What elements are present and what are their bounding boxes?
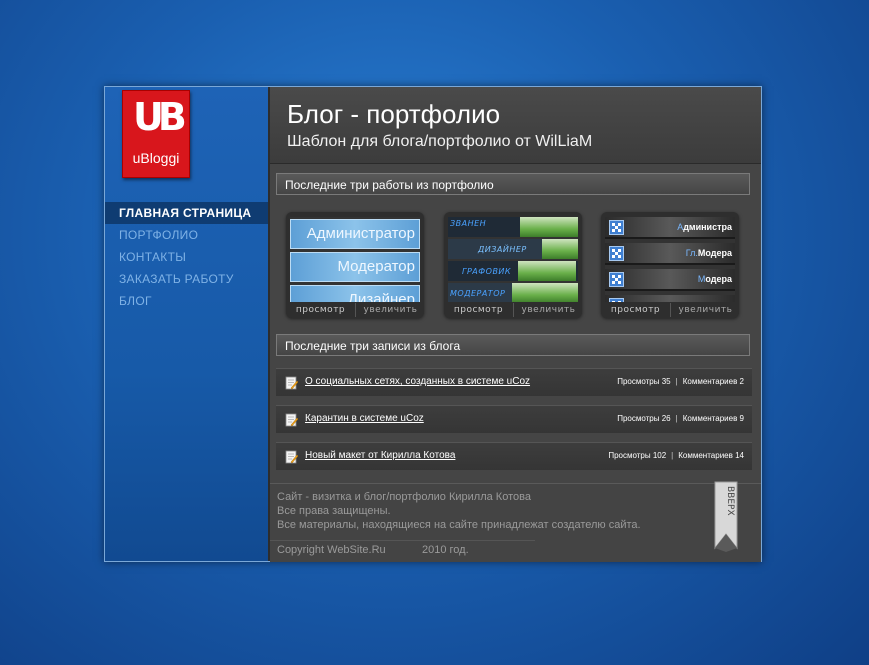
view-button[interactable]: просмотр bbox=[444, 303, 513, 317]
portfolio-item: Администратор Модератор Дизайнер просмот… bbox=[286, 212, 424, 318]
preview-label: Модера bbox=[697, 274, 732, 284]
post-title-link[interactable]: Карантин в системе uCoz bbox=[305, 413, 424, 424]
post-views: Просмотры 35 bbox=[617, 377, 671, 386]
preview-row: ДИЗАЙНЕР bbox=[478, 245, 527, 254]
note-edit-icon bbox=[285, 376, 298, 390]
preview-image bbox=[542, 239, 578, 259]
blog-post: Новый макет от Кирилла Котова Просмотры … bbox=[276, 442, 752, 470]
preview-row: Модера bbox=[605, 269, 735, 291]
preview-strip: ДИЗАЙНЕР bbox=[448, 239, 578, 259]
portfolio-item: Администра Гл.Модера Модера просмотр уве… bbox=[601, 212, 739, 318]
thumb-actions: просмотр увеличить bbox=[286, 303, 424, 317]
blog-post: Карантин в системе uCoz Просмотры 26 | Ком… bbox=[276, 405, 752, 433]
preview-row: МОДЕРАТОР bbox=[450, 289, 506, 298]
preview-image bbox=[512, 283, 578, 302]
portfolio-preview[interactable]: Администратор Модератор Дизайнер bbox=[290, 217, 420, 302]
post-title-link[interactable]: Новый макет от Кирилла Котова bbox=[305, 450, 455, 461]
preview-strip: ЗВАНЕН bbox=[448, 217, 578, 237]
post-views: Просмотры 102 bbox=[608, 451, 667, 460]
nav-item-contacts[interactable]: КОНТАКТЫ bbox=[105, 246, 268, 268]
post-comments: Комментариев 9 bbox=[682, 414, 744, 423]
nav-item-blog[interactable]: БЛОГ bbox=[105, 290, 268, 312]
post-comments: Комментариев 14 bbox=[678, 451, 744, 460]
nav-item-portfolio[interactable]: ПОРТФОЛИО bbox=[105, 224, 268, 246]
footer-divider bbox=[270, 540, 535, 541]
preview-image bbox=[520, 217, 578, 237]
footer-line: Сайт - визитка и блог/портфолио Кирилла … bbox=[277, 491, 531, 503]
portfolio-preview[interactable]: ЗВАНЕН ДИЗАЙНЕР ГРАФОВИК МОДЕРАТОР bbox=[448, 217, 578, 302]
post-meta: Просмотры 26 | Комментариев 9 bbox=[617, 414, 744, 423]
preview-strip: МОДЕРАТОР bbox=[448, 283, 578, 302]
preview-image bbox=[518, 261, 576, 281]
logo-name: uBloggi bbox=[132, 150, 180, 166]
preview-strip: ГРАФОВИК bbox=[448, 261, 578, 281]
preview-row: Администратор bbox=[290, 219, 420, 249]
logo-mark: UB bbox=[133, 95, 187, 139]
nav-item-order[interactable]: ЗАКАЗАТЬ РАБОТУ bbox=[105, 268, 268, 290]
logo[interactable]: UB uBloggi bbox=[122, 90, 190, 178]
main-nav: ГЛАВНАЯ СТРАНИЦА ПОРТФОЛИО КОНТАКТЫ ЗАКА… bbox=[105, 202, 268, 312]
view-button[interactable]: просмотр bbox=[286, 303, 355, 317]
main-content: Блог - портфолио Шаблон для блога/портфо… bbox=[270, 87, 761, 562]
view-button[interactable]: просмотр bbox=[601, 303, 670, 317]
site-window: UB uBloggi ГЛАВНАЯ СТРАНИЦА ПОРТФОЛИО КО… bbox=[104, 86, 762, 562]
copyright: Copyright WebSite.Ru bbox=[277, 544, 386, 556]
note-edit-icon bbox=[285, 413, 298, 427]
scroll-top-label: ВВЕРХ bbox=[725, 486, 735, 516]
footer-line: Все права защищены. bbox=[277, 505, 391, 517]
zoom-button[interactable]: увеличить bbox=[513, 303, 583, 317]
sidebar: UB uBloggi ГЛАВНАЯ СТРАНИЦА ПОРТФОЛИО КО… bbox=[105, 87, 270, 561]
portfolio-item: ЗВАНЕН ДИЗАЙНЕР ГРАФОВИК МОДЕРАТОР просм… bbox=[444, 212, 582, 318]
note-edit-icon bbox=[285, 450, 298, 464]
preview-row: Гл.Модера bbox=[605, 243, 735, 265]
page-title: Блог - портфолио bbox=[287, 99, 501, 129]
copyright-year: 2010 год. bbox=[422, 544, 469, 556]
preview-label: Гл.Модера bbox=[685, 248, 732, 258]
preview-row: ЗВАНЕН bbox=[450, 219, 487, 228]
zoom-button[interactable]: увеличить bbox=[670, 303, 740, 317]
thumb-actions: просмотр увеличить bbox=[444, 303, 582, 317]
nav-item-home[interactable]: ГЛАВНАЯ СТРАНИЦА bbox=[105, 202, 268, 224]
footer: Сайт - визитка и блог/портфолио Кирилла … bbox=[270, 480, 761, 562]
post-meta: Просмотры 102 | Комментариев 14 bbox=[608, 451, 744, 460]
zoom-button[interactable]: увеличить bbox=[355, 303, 425, 317]
grid-icon bbox=[609, 246, 624, 261]
grid-icon bbox=[609, 298, 624, 302]
preview-row: Модератор bbox=[290, 252, 420, 282]
grid-icon bbox=[609, 272, 624, 287]
post-title-link[interactable]: О социальных сетях, созданных в системе … bbox=[305, 376, 530, 387]
portfolio-heading: Последние три работы из портфолио bbox=[276, 173, 750, 195]
post-comments: Комментариев 2 bbox=[682, 377, 744, 386]
thumb-actions: просмотр увеличить bbox=[601, 303, 739, 317]
preview-label: Администра bbox=[677, 222, 732, 232]
preview-row: Администра bbox=[605, 217, 735, 239]
post-meta: Просмотры 35 | Комментариев 2 bbox=[617, 377, 744, 386]
portfolio-preview[interactable]: Администра Гл.Модера Модера bbox=[605, 217, 735, 302]
preview-row bbox=[605, 295, 735, 302]
blog-post: О социальных сетях, созданных в системе … bbox=[276, 368, 752, 396]
scroll-top-button[interactable]: ВВЕРХ bbox=[714, 480, 738, 554]
post-views: Просмотры 26 bbox=[617, 414, 671, 423]
preview-row: Дизайнер bbox=[290, 285, 420, 302]
page-subtitle: Шаблон для блога/портфолио от WilLiaM bbox=[287, 133, 593, 150]
footer-line: Все материалы, находящиеся на сайте прин… bbox=[277, 519, 641, 531]
preview-row: ГРАФОВИК bbox=[462, 267, 512, 276]
header: Блог - портфолио Шаблон для блога/портфо… bbox=[270, 87, 761, 164]
grid-icon bbox=[609, 220, 624, 235]
blog-heading: Последние три записи из блога bbox=[276, 334, 750, 356]
